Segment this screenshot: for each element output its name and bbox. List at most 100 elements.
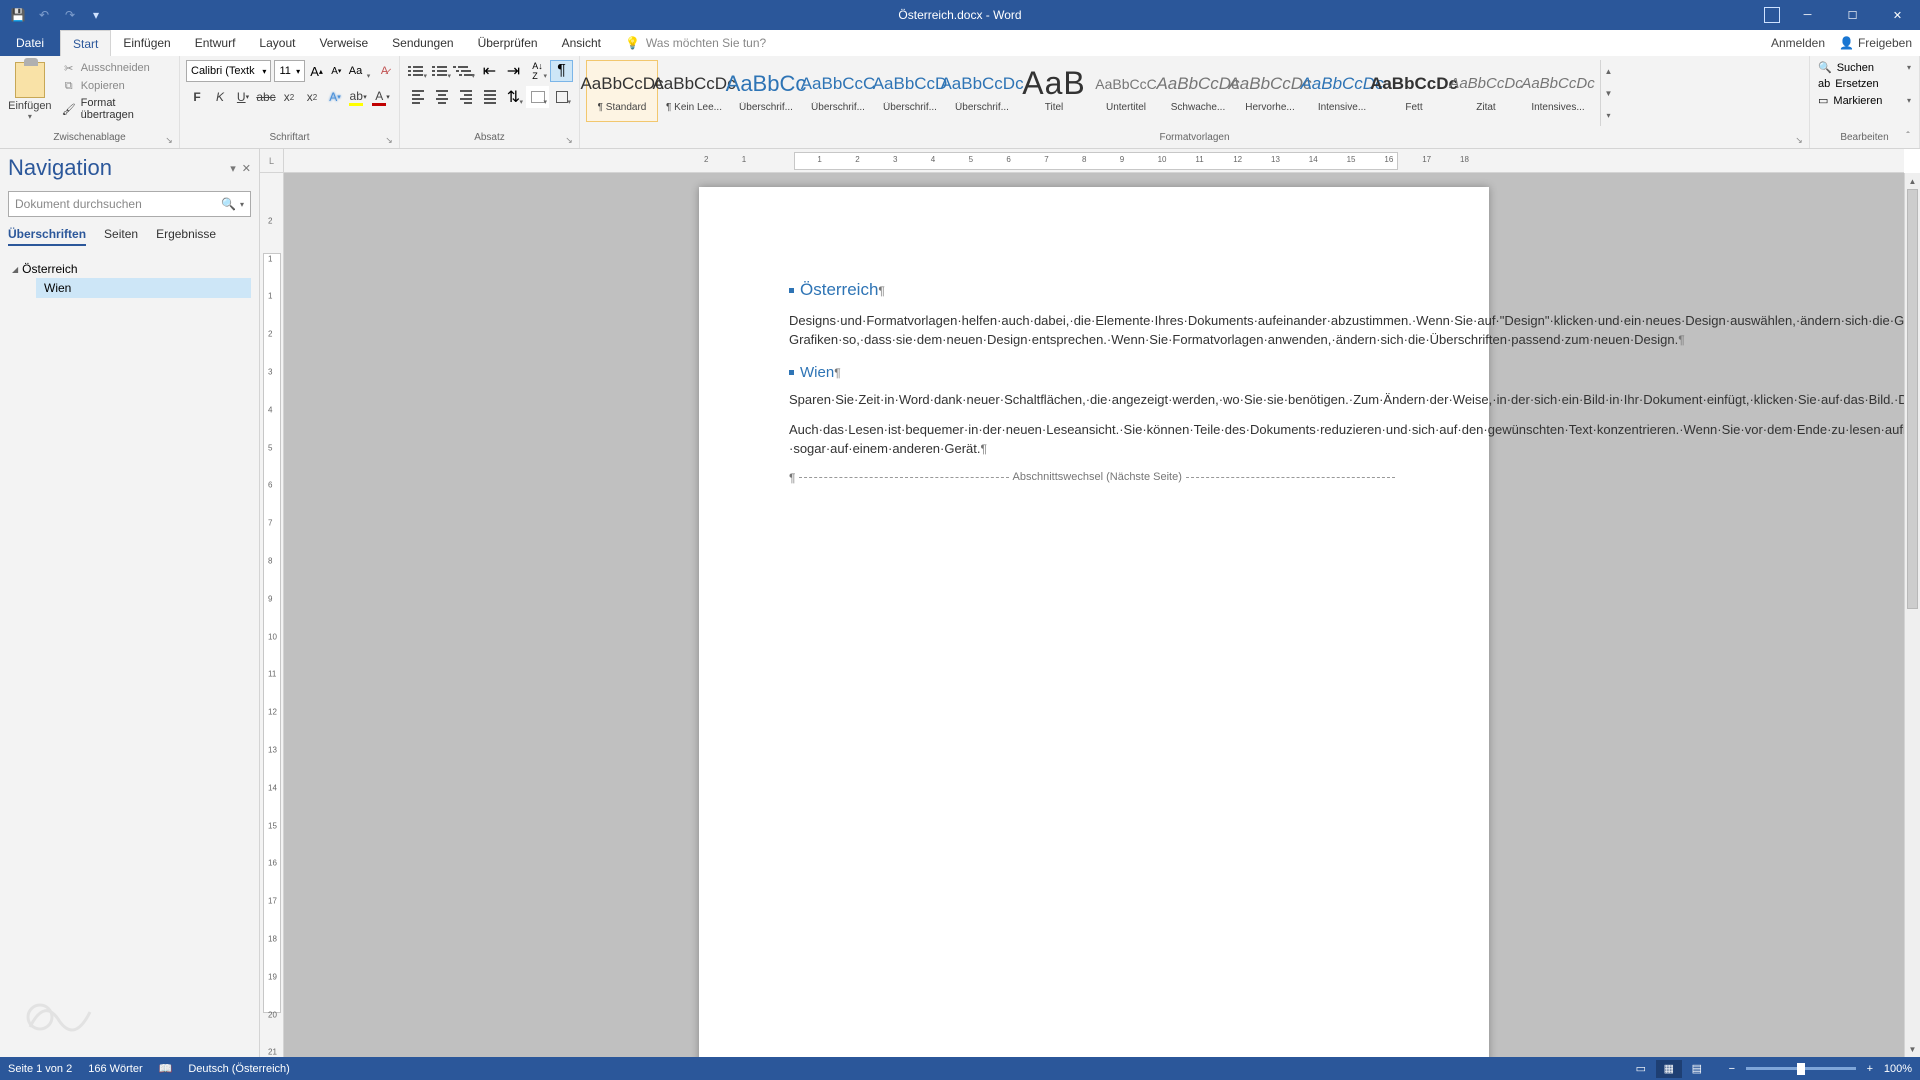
view-read-mode[interactable]: ▭ xyxy=(1628,1060,1654,1078)
save-icon[interactable]: 💾 xyxy=(8,5,28,25)
heading-2[interactable]: Wien¶ xyxy=(789,362,1399,385)
style-item-9[interactable]: AaBbCcDcHervorhe... xyxy=(1234,60,1306,122)
paste-button[interactable]: Einfügen ▾ xyxy=(6,60,54,123)
redo-icon[interactable]: ↷ xyxy=(60,5,80,25)
shrink-font-button[interactable]: A▾ xyxy=(328,60,345,82)
font-color-button[interactable]: A▾ xyxy=(370,86,392,108)
tree-item-child[interactable]: Wien xyxy=(36,278,251,298)
zoom-out-button[interactable]: − xyxy=(1724,1063,1740,1075)
tell-me-search[interactable]: 💡 Was möchten Sie tun? xyxy=(625,30,766,56)
style-item-11[interactable]: AaBbCcDcFett xyxy=(1378,60,1450,122)
collapse-icon[interactable]: ◢ xyxy=(12,265,18,274)
nav-search-input[interactable]: Dokument durchsuchen 🔍▾ xyxy=(8,191,251,217)
ruler-corner[interactable]: L xyxy=(260,149,284,173)
style-item-13[interactable]: AaBbCcDcIntensives... xyxy=(1522,60,1594,122)
document-area[interactable]: Österreich¶ Designs·und·Formatvorlagen·h… xyxy=(284,173,1904,1057)
tab-view[interactable]: Ansicht xyxy=(550,30,613,56)
style-item-7[interactable]: AaBbCcCUntertitel xyxy=(1090,60,1162,122)
nav-tab-pages[interactable]: Seiten xyxy=(104,227,138,246)
font-launcher[interactable]: ↘ xyxy=(383,134,395,146)
undo-icon[interactable]: ↶ xyxy=(34,5,54,25)
styles-launcher[interactable]: ↘ xyxy=(1793,134,1805,146)
status-spellcheck[interactable]: 📖 xyxy=(159,1062,173,1075)
scroll-thumb[interactable] xyxy=(1907,189,1918,609)
superscript-button[interactable]: x2 xyxy=(301,86,323,108)
styles-expand[interactable]: ▾ xyxy=(1601,104,1616,126)
style-item-6[interactable]: AaBTitel xyxy=(1018,60,1090,122)
line-spacing-button[interactable]: ⇅ xyxy=(502,86,525,108)
tab-start[interactable]: Start xyxy=(60,30,111,56)
grow-font-button[interactable]: A▴ xyxy=(308,60,325,82)
view-print-layout[interactable]: ▦ xyxy=(1656,1060,1682,1078)
style-item-1[interactable]: AaBbCcDc¶ Kein Lee... xyxy=(658,60,730,122)
tree-item-root[interactable]: ◢ Österreich xyxy=(8,260,251,278)
vertical-scrollbar[interactable]: ▲ ▼ xyxy=(1904,173,1920,1057)
shading-button[interactable] xyxy=(526,86,549,108)
format-painter-button[interactable]: 🖌Format übertragen xyxy=(60,96,173,122)
vertical-ruler[interactable]: 2112345678910111213141516171819202122232… xyxy=(260,173,284,1057)
maximize-button[interactable]: ☐ xyxy=(1830,0,1875,30)
style-item-3[interactable]: AaBbCcCÜberschrif... xyxy=(802,60,874,122)
highlight-button[interactable]: ab▾ xyxy=(347,86,369,108)
zoom-thumb[interactable] xyxy=(1797,1063,1805,1075)
replace-button[interactable]: abErsetzen xyxy=(1816,77,1913,91)
bullets-button[interactable] xyxy=(406,60,429,82)
style-item-10[interactable]: AaBbCcDcIntensive... xyxy=(1306,60,1378,122)
status-page[interactable]: Seite 1 von 2 xyxy=(8,1063,72,1075)
scroll-down-button[interactable]: ▼ xyxy=(1905,1041,1920,1057)
paragraph-launcher[interactable]: ↘ xyxy=(563,134,575,146)
minimize-button[interactable]: ─ xyxy=(1785,0,1830,30)
tab-review[interactable]: Überprüfen xyxy=(466,30,550,56)
sort-button[interactable]: A↓Z xyxy=(526,60,549,82)
zoom-slider[interactable] xyxy=(1746,1067,1856,1070)
tab-layout[interactable]: Layout xyxy=(247,30,307,56)
qat-customize-icon[interactable]: ▾ xyxy=(86,5,106,25)
body-paragraph[interactable]: Designs·und·Formatvorlagen·helfen·auch·d… xyxy=(789,311,1399,350)
copy-button[interactable]: ⧉Kopieren xyxy=(60,78,173,94)
nav-close-button[interactable]: ✕ xyxy=(242,162,251,175)
font-name-combo[interactable]: Calibri (Textk▾ xyxy=(186,60,271,82)
clipboard-launcher[interactable]: ↘ xyxy=(163,134,175,146)
style-item-4[interactable]: AaBbCcDÜberschrif... xyxy=(874,60,946,122)
nav-tab-results[interactable]: Ergebnisse xyxy=(156,227,216,246)
collapse-ribbon-button[interactable]: ˆ xyxy=(1900,128,1916,144)
find-button[interactable]: 🔍Suchen▾ xyxy=(1816,60,1913,75)
close-button[interactable]: ✕ xyxy=(1875,0,1920,30)
cut-button[interactable]: ✂Ausschneiden xyxy=(60,60,173,76)
status-language[interactable]: Deutsch (Österreich) xyxy=(188,1063,289,1075)
styles-scroll-up[interactable]: ▲ xyxy=(1601,60,1616,82)
bold-button[interactable]: F xyxy=(186,86,208,108)
zoom-in-button[interactable]: + xyxy=(1862,1063,1878,1075)
tab-design[interactable]: Entwurf xyxy=(183,30,248,56)
body-paragraph[interactable]: Sparen·Sie·Zeit·in·Word·dank·neuer·Schal… xyxy=(789,390,1399,410)
heading-1[interactable]: Österreich¶ xyxy=(789,277,1399,303)
justify-button[interactable] xyxy=(478,86,501,108)
tab-file[interactable]: Datei xyxy=(0,30,60,56)
tab-insert[interactable]: Einfügen xyxy=(111,30,182,56)
tab-mailings[interactable]: Sendungen xyxy=(380,30,465,56)
page[interactable]: Österreich¶ Designs·und·Formatvorlagen·h… xyxy=(699,187,1489,1057)
nav-tab-headings[interactable]: Überschriften xyxy=(8,227,86,246)
change-case-button[interactable]: Aa xyxy=(348,60,373,82)
share-button[interactable]: 👤 Freigeben xyxy=(1839,36,1912,50)
align-left-button[interactable] xyxy=(406,86,429,108)
horizontal-ruler[interactable]: 21123456789101112131415161718 xyxy=(284,149,1904,173)
tab-references[interactable]: Verweise xyxy=(307,30,380,56)
increase-indent-button[interactable]: ⇥ xyxy=(502,60,525,82)
borders-button[interactable] xyxy=(550,86,573,108)
underline-button[interactable]: U▾ xyxy=(232,86,254,108)
status-word-count[interactable]: 166 Wörter xyxy=(88,1063,142,1075)
view-web-layout[interactable]: ▤ xyxy=(1684,1060,1710,1078)
text-effects-button[interactable]: A▾ xyxy=(324,86,346,108)
zoom-level[interactable]: 100% xyxy=(1884,1063,1912,1075)
scroll-up-button[interactable]: ▲ xyxy=(1905,173,1920,189)
decrease-indent-button[interactable]: ⇤ xyxy=(478,60,501,82)
subscript-button[interactable]: x2 xyxy=(278,86,300,108)
style-item-8[interactable]: AaBbCcDcSchwache... xyxy=(1162,60,1234,122)
font-size-combo[interactable]: 11▾ xyxy=(274,60,305,82)
show-marks-button[interactable]: ¶ xyxy=(550,60,573,82)
style-item-0[interactable]: AaBbCcDc¶ Standard xyxy=(586,60,658,122)
strikethrough-button[interactable]: abc xyxy=(255,86,277,108)
ribbon-display-options-icon[interactable] xyxy=(1764,7,1780,23)
select-button[interactable]: ▭Markieren▾ xyxy=(1816,93,1913,108)
